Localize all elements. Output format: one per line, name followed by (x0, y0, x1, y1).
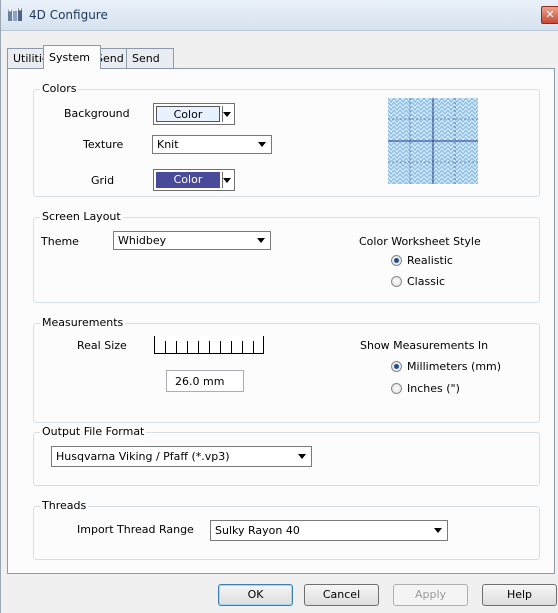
colors-group-title: Colors (40, 82, 79, 95)
background-label: Background (64, 107, 130, 120)
apply-button-label: Apply (414, 588, 447, 601)
ok-button[interactable]: OK (218, 584, 293, 606)
classic-radio[interactable] (391, 276, 402, 287)
background-color-text: Color (173, 108, 203, 121)
chevron-down-icon (257, 238, 265, 243)
chevron-down-icon (434, 528, 442, 533)
chevron-down-icon (223, 178, 231, 183)
real-size-ruler (154, 336, 264, 354)
measurements-group-title: Measurements (40, 316, 126, 329)
tab-label: System (49, 51, 91, 64)
real-size-value: 26.0 mm (175, 375, 225, 388)
realistic-radio[interactable] (391, 255, 402, 266)
dialog-window: 4D Configure ✕ Utilities System Send 1 S… (0, 0, 558, 613)
chevron-down-icon (258, 142, 266, 147)
grid-color-text: Color (173, 173, 203, 186)
help-button-label: Help (506, 588, 533, 601)
theme-label: Theme (41, 235, 79, 248)
texture-preview-image (388, 98, 478, 184)
output-file-format-group-title: Output File Format (40, 425, 147, 438)
app-icon (8, 7, 22, 21)
measurements-group: Measurements (33, 316, 540, 423)
background-color-button[interactable]: Color (153, 103, 235, 125)
cancel-button[interactable]: Cancel (304, 584, 379, 606)
theme-select-value: Whidbey (118, 234, 167, 247)
show-measurements-in-label: Show Measurements In (360, 339, 489, 352)
real-size-label: Real Size (77, 339, 127, 352)
cancel-button-label: Cancel (322, 588, 361, 601)
window-title: 4D Configure (29, 8, 108, 22)
output-format-select[interactable]: Husqvarna Viking / Pfaff (*.vp3) (51, 446, 312, 467)
color-worksheet-style-label: Color Worksheet Style (359, 235, 481, 248)
real-size-input[interactable]: 26.0 mm (166, 370, 244, 392)
grid-color-swatch: Color (156, 172, 220, 188)
chevron-down-icon (298, 454, 306, 459)
grid-color-button[interactable]: Color (153, 169, 235, 191)
background-color-swatch: Color (156, 106, 220, 122)
tab-send-2[interactable]: Send 2 (126, 48, 174, 84)
realistic-radio-label: Realistic (407, 254, 453, 267)
chevron-down-icon (223, 112, 231, 117)
texture-select[interactable]: Knit (152, 135, 272, 154)
thread-range-select-value: Sulky Rayon 40 (215, 524, 300, 537)
apply-button[interactable]: Apply (393, 584, 468, 606)
import-thread-range-label: Import Thread Range (77, 523, 194, 536)
output-format-select-value: Husqvarna Viking / Pfaff (*.vp3) (56, 450, 230, 463)
title-bar: 4D Configure ✕ (1, 0, 558, 31)
inches-radio[interactable] (391, 383, 402, 394)
texture-label: Texture (83, 138, 124, 151)
thread-range-select[interactable]: Sulky Rayon 40 (210, 520, 448, 541)
help-button[interactable]: Help (482, 584, 557, 606)
screen-layout-group-title: Screen Layout (40, 210, 123, 223)
ok-button-label: OK (247, 588, 264, 601)
close-icon: ✕ (545, 8, 555, 21)
classic-radio-label: Classic (407, 275, 446, 288)
screen-layout-group: Screen Layout (33, 210, 540, 303)
tab-system[interactable]: System (43, 45, 101, 69)
theme-select[interactable]: Whidbey (113, 231, 271, 250)
millimeters-radio[interactable] (391, 361, 402, 372)
texture-select-value: Knit (157, 138, 179, 151)
inches-radio-label: Inches (") (407, 382, 460, 395)
close-button[interactable]: ✕ (541, 6, 558, 24)
threads-group-title: Threads (40, 499, 89, 512)
grid-label: Grid (91, 174, 115, 187)
millimeters-radio-label: Millimeters (mm) (407, 360, 502, 373)
